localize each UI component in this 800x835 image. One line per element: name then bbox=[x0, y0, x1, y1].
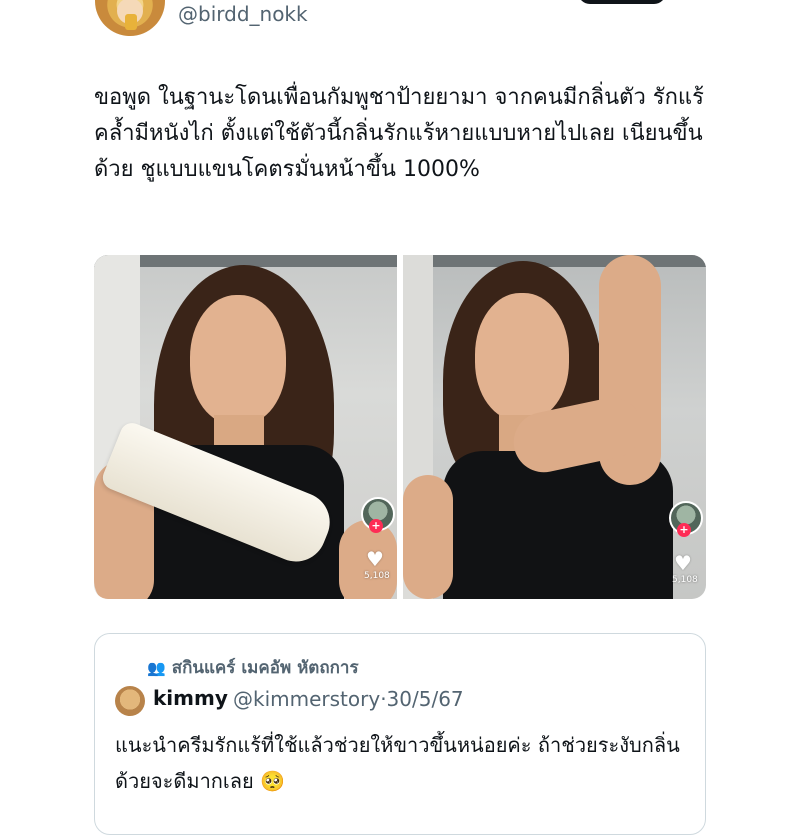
follow-plus-icon[interactable]: + bbox=[369, 519, 383, 533]
tweet-text: ขอพูด ในฐานะโดนเพื่อนกัมพูชาป้ายยามา จาก… bbox=[94, 85, 704, 182]
quoted-tweet[interactable]: 👥 สกินแคร์ เมคอัพ หัตถการ kimmy @kimmerst… bbox=[94, 633, 706, 835]
shoulder bbox=[403, 475, 453, 599]
media-photo-2[interactable]: + ♥ 5,108 bbox=[403, 255, 706, 599]
quoted-author-meta: @kimmerstory·30/5/67 bbox=[233, 687, 464, 711]
like-count: 5,108 bbox=[364, 571, 390, 581]
media-photo-1[interactable]: + ♥ 5,108 bbox=[94, 255, 397, 599]
user-avatar[interactable] bbox=[95, 0, 165, 36]
ceiling bbox=[403, 255, 706, 267]
heart-icon[interactable]: ♥ bbox=[366, 547, 384, 571]
quoted-text: แนะนำครีมรักแร้ที่ใช้แล้วช่วยให้ขาวขึ้นห… bbox=[115, 733, 680, 793]
tweet-media[interactable]: + ♥ 5,108 + ♥ 5,108 bbox=[94, 255, 706, 599]
quoted-date[interactable]: 30/5/67 bbox=[387, 687, 464, 711]
community-label[interactable]: 👥 สกินแคร์ เมคอัพ หัตถการ bbox=[147, 654, 359, 681]
quoted-avatar[interactable] bbox=[115, 686, 145, 716]
follow-button[interactable] bbox=[578, 0, 666, 4]
follow-plus-icon[interactable]: + bbox=[677, 523, 691, 537]
heart-icon[interactable]: ♥ bbox=[674, 551, 692, 575]
community-name: สกินแคร์ เมคอัพ หัตถการ bbox=[171, 658, 359, 678]
avatar-drink bbox=[125, 14, 137, 30]
face bbox=[190, 295, 286, 425]
like-count: 5,108 bbox=[672, 575, 698, 585]
user-handle[interactable]: @birdd_nokk bbox=[178, 2, 308, 26]
quoted-author-handle[interactable]: @kimmerstory bbox=[233, 687, 380, 711]
face bbox=[475, 293, 569, 421]
quoted-author-name[interactable]: kimmy bbox=[153, 686, 228, 710]
community-icon: 👥 bbox=[147, 659, 166, 677]
